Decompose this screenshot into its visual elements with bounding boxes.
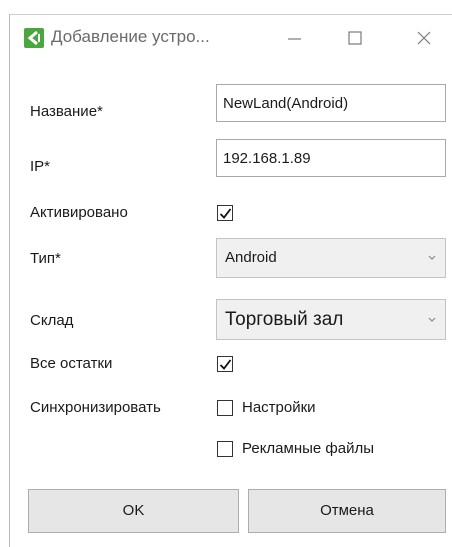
checkmark-icon (219, 208, 232, 219)
chevron-down-icon (428, 317, 436, 322)
all-stock-checkbox[interactable] (217, 356, 233, 372)
checkmark-icon (219, 359, 232, 370)
type-select-value: Android (225, 249, 277, 266)
maximize-button[interactable] (335, 23, 375, 53)
sync-ad-files-label: Рекламные файлы (242, 440, 374, 457)
minimize-icon (288, 38, 301, 40)
sync-settings-label: Настройки (242, 399, 316, 416)
sync-label: Синхронизировать (30, 399, 161, 416)
activated-label: Активировано (30, 204, 128, 221)
name-label: Название* (30, 103, 103, 120)
maximize-icon (348, 31, 362, 45)
app-icon (24, 28, 44, 48)
chevron-down-icon (428, 255, 436, 260)
window-title: Добавление устро... (51, 27, 210, 46)
warehouse-label: Склад (30, 312, 74, 329)
sync-ad-files-checkbox[interactable] (217, 441, 233, 457)
add-device-dialog: Добавление устро... Название* IP* Активи… (9, 14, 452, 547)
cancel-button[interactable]: Отмена (248, 489, 446, 533)
close-button[interactable] (404, 23, 444, 53)
ip-label: IP* (30, 158, 51, 175)
minimize-button[interactable] (274, 23, 314, 53)
warehouse-select[interactable]: Торговый зал (216, 299, 446, 340)
name-input[interactable] (216, 84, 446, 122)
close-icon (417, 31, 431, 45)
type-label: Тип* (30, 250, 61, 267)
all-stock-label: Все остатки (30, 355, 113, 372)
sync-settings-checkbox[interactable] (217, 400, 233, 416)
activated-checkbox[interactable] (217, 205, 233, 221)
title-bar[interactable]: Добавление устро... (10, 15, 452, 61)
warehouse-select-value: Торговый зал (225, 309, 344, 330)
type-select[interactable]: Android (216, 238, 446, 278)
ip-input[interactable] (216, 139, 446, 177)
ok-button[interactable]: OK (28, 489, 239, 533)
